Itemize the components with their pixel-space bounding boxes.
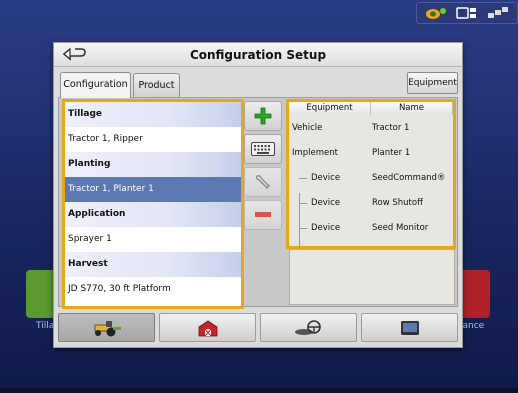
list-header-harvest: Harvest xyxy=(65,252,241,277)
detail-equipment-cell: Device xyxy=(311,223,341,233)
settings-button[interactable] xyxy=(244,167,282,197)
background-label-right: lance xyxy=(460,321,485,331)
detail-name-cell: Tractor 1 xyxy=(372,123,410,133)
tab-product[interactable]: Product xyxy=(133,73,180,97)
background-label-left: Tilla xyxy=(36,321,55,331)
list-header-tillage: Tillage xyxy=(65,102,241,127)
display-status-icon[interactable] xyxy=(456,6,478,20)
back-button[interactable] xyxy=(60,45,90,65)
bottom-tab-display[interactable] xyxy=(361,313,458,342)
list-header-planting: Planting xyxy=(65,152,241,177)
bottom-tab-bar xyxy=(58,311,458,343)
bottom-tab-guidance[interactable] xyxy=(260,313,357,342)
configuration-setup-dialog: Configuration Setup Configuration Produc… xyxy=(53,42,463,348)
list-item[interactable]: Sprayer 1 xyxy=(65,227,241,252)
tractor-icon xyxy=(94,320,121,336)
list-header-application: Application xyxy=(65,202,241,227)
remove-icon xyxy=(255,212,271,217)
wrench-icon xyxy=(256,175,270,189)
desktop-bottom-strip xyxy=(0,388,518,393)
keyboard-icon xyxy=(251,142,275,156)
keyboard-button[interactable] xyxy=(244,134,282,164)
satellite-status-icon[interactable] xyxy=(487,6,509,20)
vehicle-status-icon[interactable] xyxy=(425,6,447,20)
column-header-equipment: Equipment xyxy=(289,102,371,115)
add-icon xyxy=(254,107,272,125)
detail-row: Implement Planter 1 xyxy=(289,141,453,166)
steering-icon xyxy=(294,319,321,335)
detail-row: Device SeedCommand® xyxy=(289,166,453,191)
title-bar: Configuration Setup xyxy=(54,43,462,67)
add-button[interactable] xyxy=(244,101,282,131)
detail-equipment-cell: Implement xyxy=(292,148,339,158)
detail-equipment-cell: Device xyxy=(311,173,341,183)
bottom-tab-farm[interactable] xyxy=(159,313,256,342)
equipment-button[interactable]: Equipment xyxy=(407,72,458,94)
status-bar[interactable] xyxy=(416,2,518,24)
bottom-tab-vehicle[interactable] xyxy=(58,313,155,342)
display-icon xyxy=(400,320,419,335)
detail-table-header: Equipment Name xyxy=(289,102,453,115)
tab-configuration[interactable]: Configuration xyxy=(60,72,131,98)
detail-name-cell: Row Shutoff xyxy=(372,198,423,208)
tree-branch xyxy=(299,178,307,179)
detail-name-cell: Seed Monitor xyxy=(372,223,429,233)
detail-row: Device Seed Monitor xyxy=(289,216,453,241)
detail-row: Device Row Shutoff xyxy=(289,191,453,216)
detail-empty-area xyxy=(289,249,455,305)
equipment-detail-panel: Equipment Name Vehicle Tractor 1 Impleme… xyxy=(286,99,456,281)
dialog-title: Configuration Setup xyxy=(189,48,327,62)
barn-icon xyxy=(198,320,217,336)
remove-button[interactable] xyxy=(244,200,282,230)
tree-branch xyxy=(299,228,307,229)
configuration-list[interactable]: Tillage Tractor 1, Ripper Planting Tract… xyxy=(62,99,244,309)
list-item[interactable]: JD S770, 30 ft Platform xyxy=(65,277,241,302)
detail-equipment-cell: Device xyxy=(311,198,341,208)
detail-name-cell: Planter 1 xyxy=(372,148,411,158)
detail-equipment-cell: Vehicle xyxy=(292,123,323,133)
column-header-name: Name xyxy=(371,102,453,115)
back-arrow-icon xyxy=(62,47,86,61)
detail-row: Vehicle Tractor 1 xyxy=(289,116,453,141)
list-item-selected[interactable]: Tractor 1, Planter 1 xyxy=(65,177,241,202)
detail-name-cell: SeedCommand® xyxy=(372,173,446,183)
list-item[interactable]: Tractor 1, Ripper xyxy=(65,127,241,152)
tree-branch xyxy=(299,203,307,204)
